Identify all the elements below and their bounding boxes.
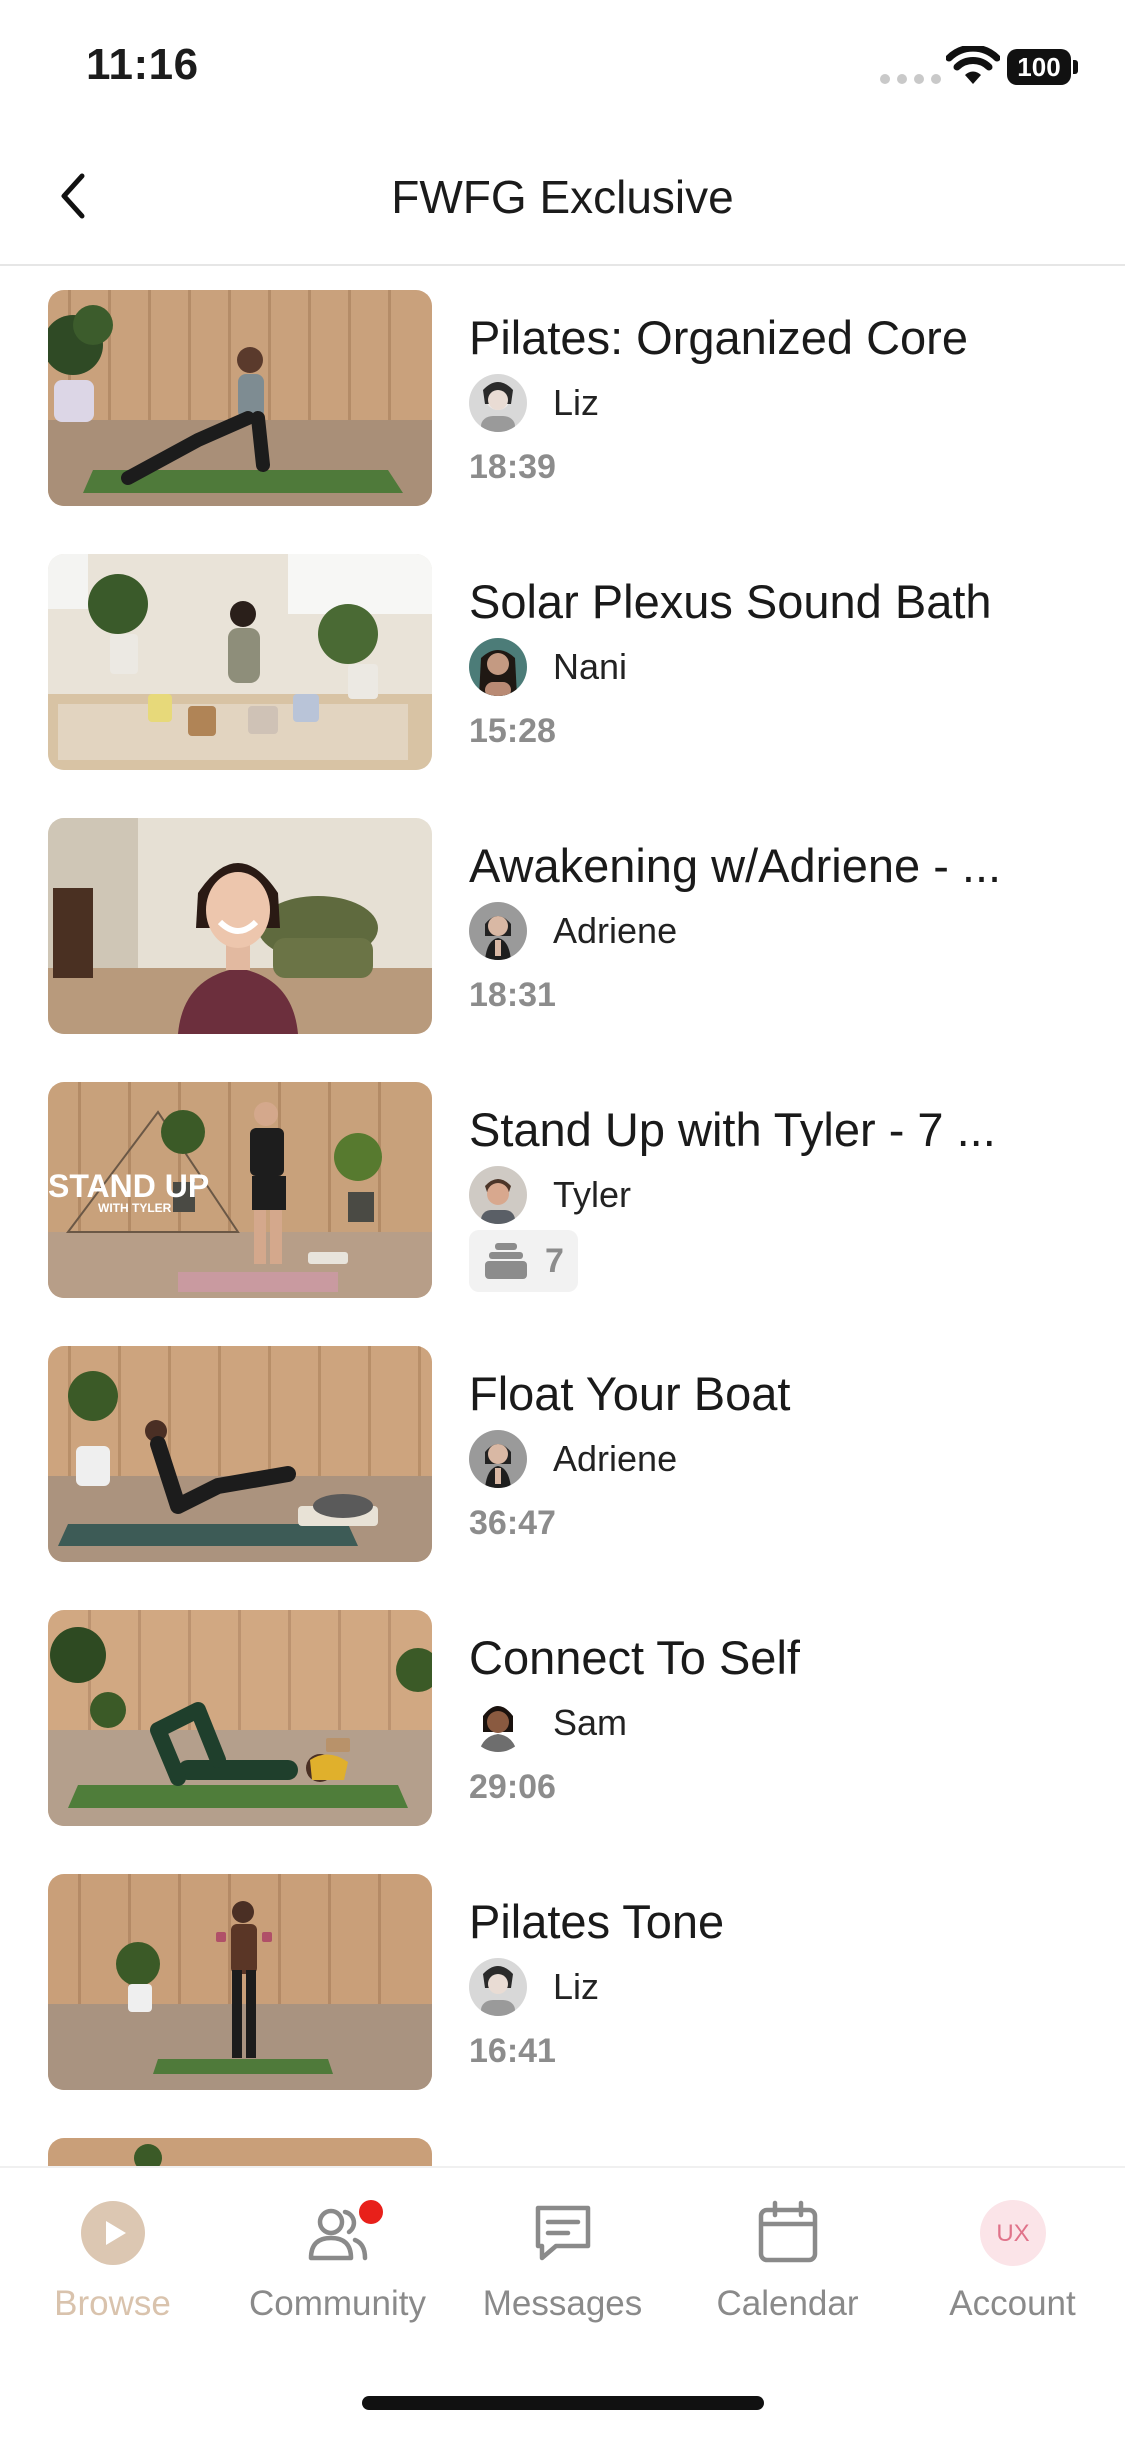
instructor-name: Liz xyxy=(553,382,600,423)
thumbnail-title: STAND UP xyxy=(48,1168,209,1204)
video-item[interactable]: Pilates Tone Liz 16:41 xyxy=(0,1850,1125,2114)
video-item[interactable]: Solar Plexus Sound Bath Nani 15:28 xyxy=(0,530,1125,794)
video-duration: 18:31 xyxy=(469,976,556,1014)
instructor[interactable]: Tyler xyxy=(469,1166,631,1224)
video-title[interactable]: Float Your Boat xyxy=(469,1366,1069,1421)
tab-account[interactable]: UX Account xyxy=(900,2200,1125,2340)
instructor-avatar xyxy=(469,1430,527,1488)
video-thumbnail[interactable]: STAND UP WITH TYLER xyxy=(48,1082,432,1298)
instructor-name: Nani xyxy=(553,646,628,687)
instructor-name: Adriene xyxy=(553,1438,678,1479)
series-count: 7 xyxy=(545,1241,564,1280)
instructor-avatar xyxy=(469,902,527,960)
video-duration: 29:06 xyxy=(469,1768,556,1806)
video-item[interactable]: Pilates: Organized Core Liz 18:39 xyxy=(0,266,1125,530)
video-duration: 15:28 xyxy=(469,712,556,750)
instructor[interactable]: Sam xyxy=(469,1694,627,1752)
video-title[interactable]: Stand Up with Tyler - 7 ... xyxy=(469,1102,1069,1157)
video-duration: 36:47 xyxy=(469,1504,556,1542)
instructor[interactable]: Nani xyxy=(469,638,627,696)
video-title[interactable]: Solar Plexus Sound Bath xyxy=(469,574,1069,629)
instructor[interactable]: Liz xyxy=(469,374,599,432)
instructor[interactable]: Adriene xyxy=(469,1430,677,1488)
video-duration: 18:39 xyxy=(469,448,556,486)
video-title[interactable]: Pilates Tone xyxy=(469,1894,1069,1949)
video-thumbnail[interactable] xyxy=(48,1610,432,1826)
tab-label: Browse xyxy=(54,2284,171,2323)
video-thumbnail[interactable] xyxy=(48,818,432,1034)
thumbnail-subtitle: WITH TYLER xyxy=(98,1201,172,1215)
tab-label: Calendar xyxy=(716,2284,859,2323)
tab-label: Messages xyxy=(482,2284,643,2323)
home-indicator xyxy=(362,2396,764,2410)
series-stack-icon xyxy=(485,1243,527,1279)
video-thumbnail[interactable] xyxy=(48,290,432,506)
video-item[interactable]: STAND UP WITH TYLER Stand Up with Tyler … xyxy=(0,1058,1125,1322)
tab-label: Account xyxy=(949,2284,1076,2323)
tab-browse[interactable]: Browse xyxy=(0,2200,225,2340)
tab-community[interactable]: Community xyxy=(225,2200,450,2340)
instructor[interactable]: Liz xyxy=(469,1958,599,2016)
instructor-name: Liz xyxy=(553,1966,600,2007)
battery-level: 100 xyxy=(1007,49,1071,85)
play-circle-icon xyxy=(81,2201,145,2265)
video-title[interactable]: Awakening w/Adriene - ... xyxy=(469,838,1069,893)
video-item[interactable]: Awakening w/Adriene - ... Adriene 18:31 xyxy=(0,794,1125,1058)
video-title[interactable]: Pilates: Organized Core xyxy=(469,310,1069,365)
video-title[interactable]: Connect To Self xyxy=(469,1630,1069,1685)
calendar-icon xyxy=(758,2200,818,2263)
cellular-signal-icon xyxy=(880,74,941,84)
instructor-name: Sam xyxy=(553,1702,628,1743)
instructor-avatar xyxy=(469,1958,527,2016)
video-item[interactable]: Connect To Self Sam 29:06 xyxy=(0,1586,1125,1850)
battery-icon: 100 xyxy=(1007,49,1079,85)
video-item[interactable]: Float Your Boat Adriene 36:47 xyxy=(0,1322,1125,1586)
page-title: FWFG Exclusive xyxy=(391,171,734,223)
video-thumbnail[interactable] xyxy=(48,2138,432,2166)
status-time: 11:16 xyxy=(86,40,199,89)
nav-header: FWFG Exclusive xyxy=(0,132,1125,266)
video-thumbnail[interactable] xyxy=(48,1346,432,1562)
instructor[interactable]: Adriene xyxy=(469,902,677,960)
notification-badge xyxy=(359,2200,383,2224)
instructor-avatar xyxy=(469,1166,527,1224)
video-list[interactable]: Pilates: Organized Core Liz 18:39 Solar … xyxy=(0,266,1125,2166)
status-bar: 11:16 100 xyxy=(0,0,1125,132)
account-avatar: UX xyxy=(980,2200,1046,2266)
video-thumbnail[interactable] xyxy=(48,1874,432,2090)
account-initials: UX xyxy=(996,2220,1029,2247)
instructor-avatar xyxy=(469,1694,527,1752)
tab-messages[interactable]: Messages xyxy=(450,2200,675,2340)
video-thumbnail[interactable] xyxy=(48,554,432,770)
wifi-icon xyxy=(946,46,1000,84)
tab-label: Community xyxy=(249,2284,426,2323)
series-badge: 7 xyxy=(469,1230,578,1292)
instructor-avatar xyxy=(469,638,527,696)
instructor-avatar xyxy=(469,374,527,432)
message-icon xyxy=(535,2205,591,2261)
instructor-name: Adriene xyxy=(553,910,678,951)
video-item[interactable] xyxy=(0,2114,1125,2166)
tab-calendar[interactable]: Calendar xyxy=(675,2200,900,2340)
instructor-name: Tyler xyxy=(553,1174,632,1215)
video-duration: 16:41 xyxy=(469,2032,556,2070)
